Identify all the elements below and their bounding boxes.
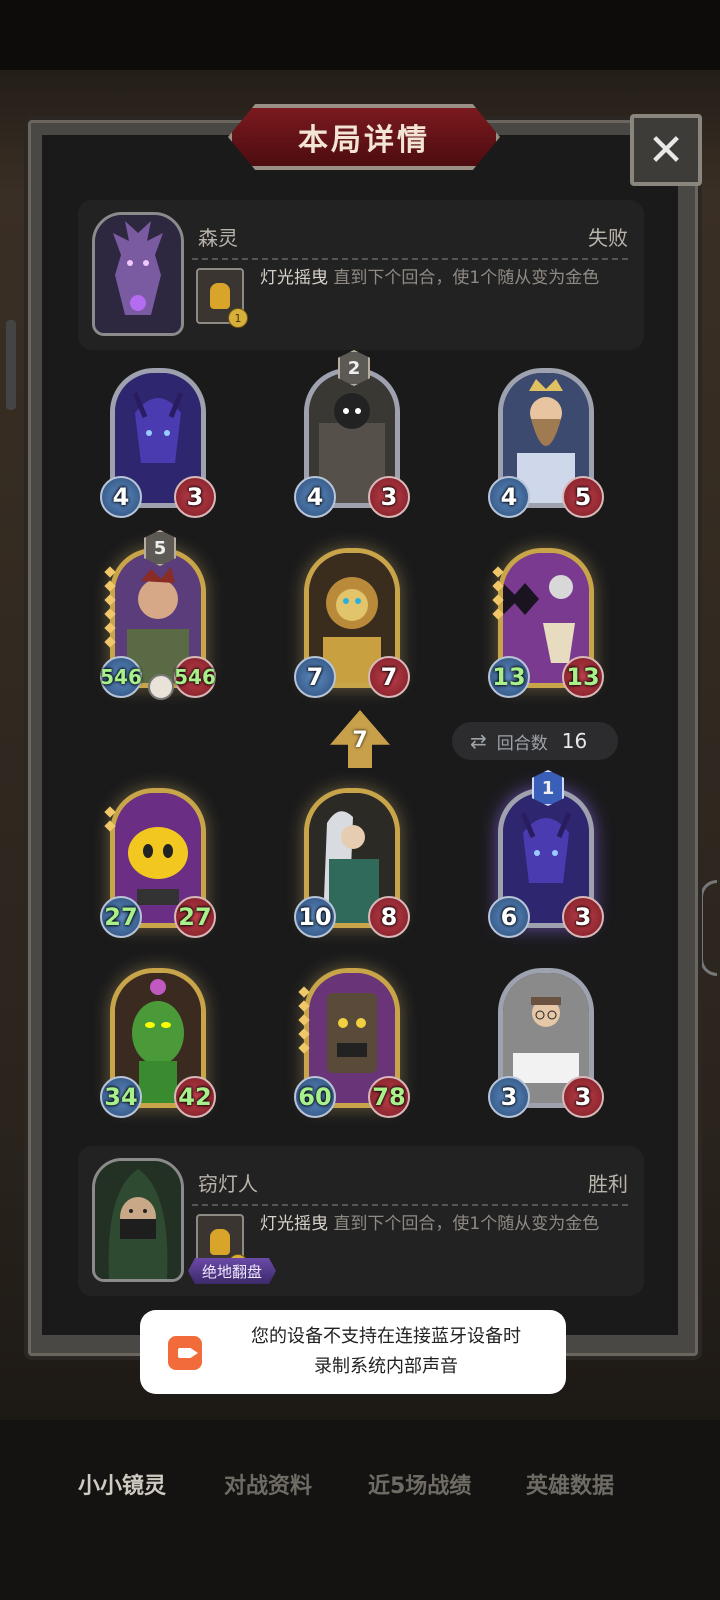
divider — [192, 258, 628, 260]
tab-hero-data[interactable]: 英雄数据 — [526, 1468, 614, 1500]
toast-message: 您的设备不支持在连接蓝牙设备时 录制系统内部声音 — [216, 1322, 556, 1382]
minion-health: 3 — [562, 1076, 604, 1118]
minion-attack: 6 — [488, 896, 530, 938]
tavern-tier: 7 — [352, 728, 368, 753]
opponent-panel: 森灵 失败 1 灯光摇曳 直到下个回合，使1个随从变为金色 — [78, 200, 644, 350]
golden-pips — [104, 566, 116, 648]
left-edge-handle — [6, 320, 16, 410]
hero-power-name: 灯光摇曳 — [260, 1214, 328, 1234]
hero-power-text: 灯光摇曳 直到下个回合，使1个随从变为金色 — [260, 1212, 630, 1236]
minion-card[interactable]: 34 42 — [100, 968, 216, 1118]
minion-card[interactable]: 5 546 546 — [100, 530, 216, 700]
round-value: 16 — [561, 729, 588, 753]
minion-attack: 34 — [100, 1076, 142, 1118]
round-counter: ⇄ 回合数 16 — [452, 722, 618, 760]
minion-card[interactable]: 4 3 — [100, 368, 216, 518]
golden-pips — [298, 986, 310, 1054]
minion-health: 7 — [368, 656, 410, 698]
hero-power-cost: 1 — [228, 308, 248, 328]
minion-attack: 4 — [100, 476, 142, 518]
minion-attack: 7 — [294, 656, 336, 698]
minion-card[interactable]: 2 4 3 — [294, 350, 410, 518]
golden-pips — [104, 806, 116, 832]
minion-health: 3 — [562, 896, 604, 938]
repeat-icon: ⇄ — [470, 729, 487, 753]
minion-card[interactable]: 3 3 — [488, 968, 604, 1118]
minion-attack: 13 — [488, 656, 530, 698]
close-button[interactable]: ✕ — [630, 114, 702, 186]
opponent-result: 失败 — [588, 226, 628, 250]
minion-attack: 27 — [100, 896, 142, 938]
comeback-badge: 绝地翻盘 — [188, 1258, 277, 1284]
minion-attack: 3 — [488, 1076, 530, 1118]
player-result: 胜利 — [588, 1172, 628, 1196]
minion-card[interactable]: 60 78 — [294, 968, 410, 1118]
minion-health: 3 — [368, 476, 410, 518]
hero-power-text: 灯光摇曳 直到下个回合，使1个随从变为金色 — [260, 266, 630, 290]
player-panel: 窃灯人 胜利 1 灯光摇曳 直到下个回合，使1个随从变为金色 绝地翻盘 — [78, 1146, 644, 1296]
minion-attack: 546 — [100, 656, 142, 698]
player-name: 窃灯人 — [198, 1172, 258, 1196]
minion-attack: 60 — [294, 1076, 336, 1118]
hero-power-desc: 直到下个回合，使1个随从变为金色 — [333, 268, 600, 288]
minion-attack: 4 — [294, 476, 336, 518]
minion-health: 5 — [562, 476, 604, 518]
tavern-tier-arrow-icon: 7 — [330, 710, 390, 768]
minion-health: 27 — [174, 896, 216, 938]
divider — [192, 1204, 628, 1206]
skull-icon — [148, 674, 174, 700]
minion-attack: 4 — [488, 476, 530, 518]
minion-health: 8 — [368, 896, 410, 938]
bottom-tab-bar: 小小镜灵 对战资料 近5场战绩 英雄数据 — [0, 1420, 720, 1600]
golden-pips — [492, 566, 504, 620]
minion-card[interactable]: 7 7 — [294, 548, 410, 698]
minion-card[interactable]: 10 8 — [294, 788, 410, 938]
right-edge-handle[interactable] — [700, 880, 717, 976]
minion-health: 3 — [174, 476, 216, 518]
minion-card[interactable]: 27 27 — [100, 788, 216, 938]
minion-card[interactable]: 13 13 — [488, 548, 604, 698]
purple-dragon-portrait-icon[interactable] — [92, 212, 184, 336]
minion-health: 546 — [174, 656, 216, 698]
hero-power-desc: 直到下个回合，使1个随从变为金色 — [333, 1214, 600, 1234]
minion-attack: 10 — [294, 896, 336, 938]
hooded-thief-portrait-icon[interactable] — [92, 1158, 184, 1282]
tab-recent-5[interactable]: 近5场战绩 — [368, 1468, 471, 1500]
top-strip — [0, 0, 720, 70]
hero-power-name: 灯光摇曳 — [260, 268, 328, 288]
system-toast: 您的设备不支持在连接蓝牙设备时 录制系统内部声音 — [140, 1310, 566, 1394]
minion-health: 13 — [562, 656, 604, 698]
minion-card[interactable]: 1 6 3 — [488, 770, 604, 938]
title-banner: 本局详情 — [228, 104, 500, 170]
record-icon — [168, 1336, 202, 1370]
round-label: 回合数 — [496, 733, 548, 754]
tab-battle-info[interactable]: 对战资料 — [224, 1468, 312, 1500]
page-title: 本局详情 — [298, 123, 430, 158]
toast-line-1: 您的设备不支持在连接蓝牙设备时 — [251, 1326, 521, 1347]
minion-card[interactable]: 4 5 — [488, 368, 604, 518]
tab-minions[interactable]: 小小镜灵 — [78, 1468, 166, 1500]
hero-power-lamp-icon[interactable]: 1 — [196, 268, 248, 328]
toast-line-2: 录制系统内部声音 — [314, 1356, 458, 1377]
minion-health: 42 — [174, 1076, 216, 1118]
close-icon: ✕ — [647, 124, 685, 176]
minion-health: 78 — [368, 1076, 410, 1118]
opponent-name: 森灵 — [198, 226, 238, 250]
